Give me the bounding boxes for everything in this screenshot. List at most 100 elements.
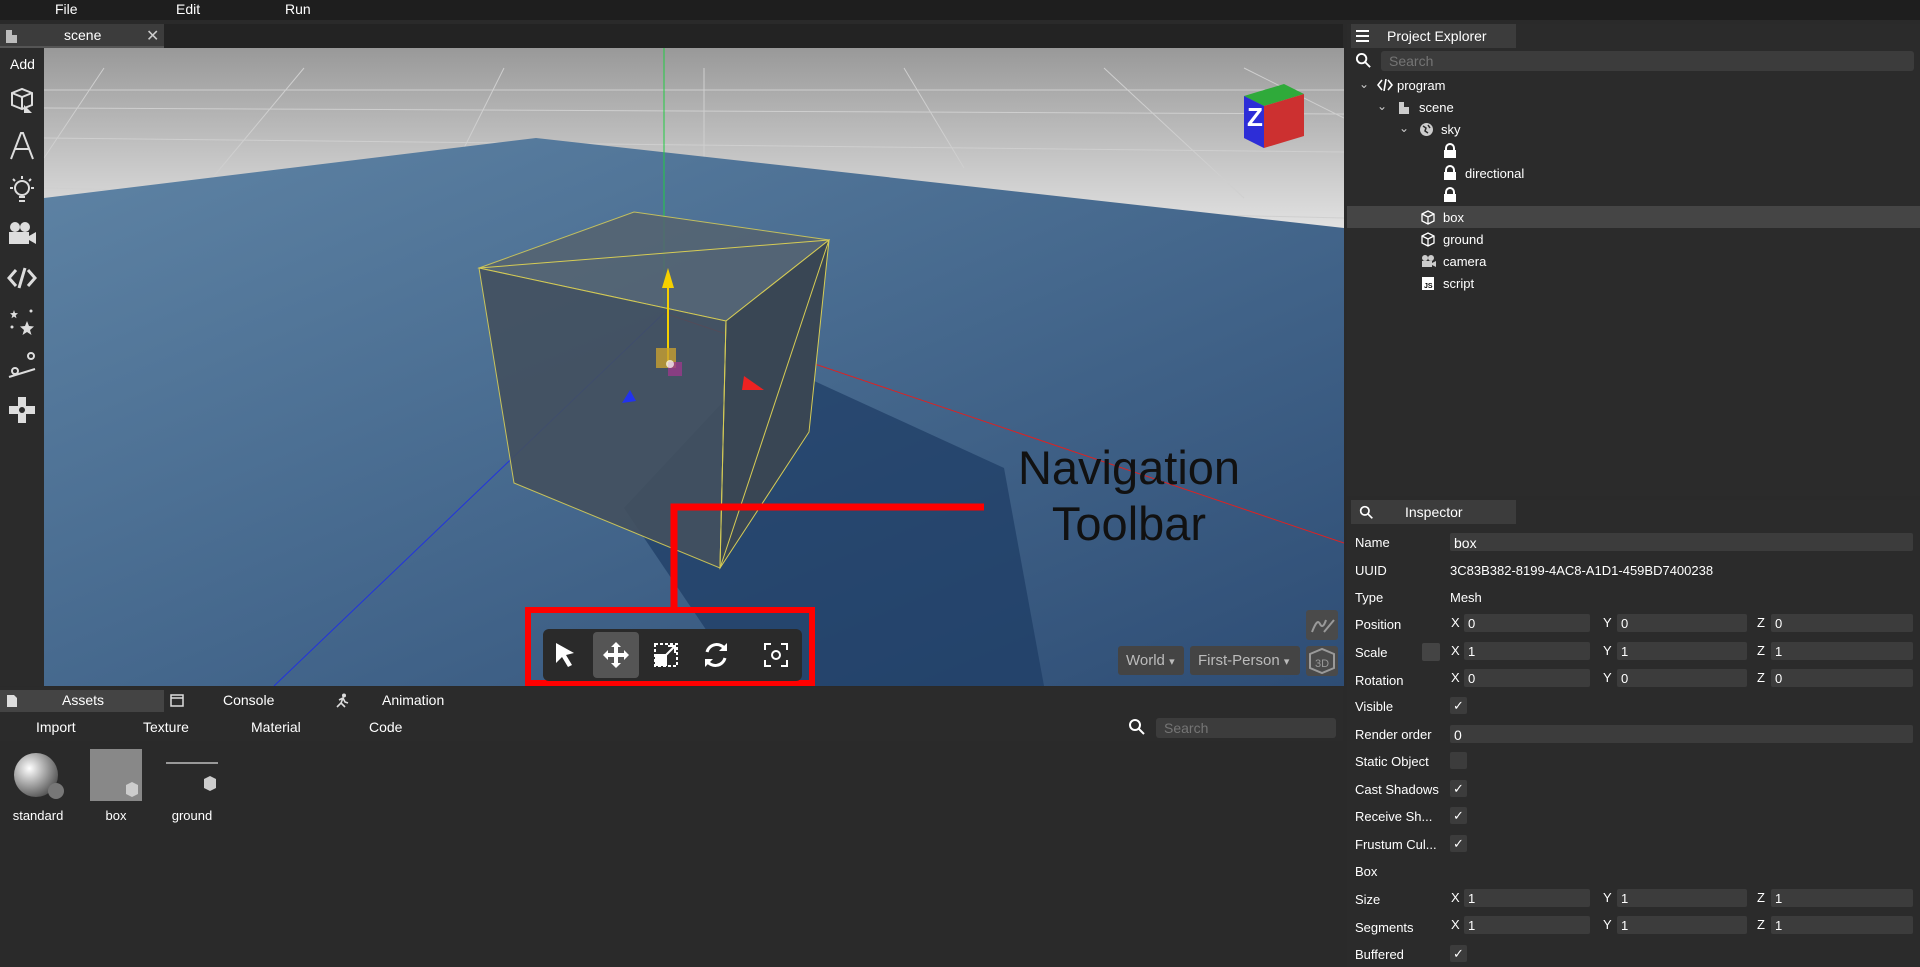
asset-box[interactable] (90, 749, 142, 801)
tree-item-script[interactable]: JS script (1347, 272, 1920, 294)
box-section-label: Box (1355, 864, 1378, 879)
frustum-culled-checkbox[interactable]: ✓ (1450, 835, 1467, 852)
scene-viewport[interactable]: Z Navigation Toolbar World ▾ First-Perso… (44, 48, 1344, 686)
texture-button[interactable]: Texture (143, 719, 189, 735)
add-text-icon[interactable] (6, 130, 38, 162)
draw-mode-button[interactable] (1306, 610, 1338, 640)
tree-item-camera[interactable]: camera (1347, 250, 1920, 272)
inspector-header[interactable]: Inspector (1351, 500, 1516, 524)
rotation-y-input[interactable]: 0 (1617, 669, 1747, 687)
view-3d-button[interactable]: 3D (1306, 646, 1338, 676)
asset-search-input[interactable] (1156, 718, 1336, 738)
type-value: Mesh (1450, 590, 1482, 605)
scale-tool-button[interactable] (643, 632, 689, 678)
menu-run[interactable]: Run (285, 1, 311, 17)
add-physics-icon[interactable] (6, 350, 38, 382)
add-particles-icon[interactable] (6, 306, 38, 338)
file-icon (7, 695, 17, 707)
position-y-input[interactable]: 0 (1617, 614, 1747, 632)
tree-item-label: scene (1419, 100, 1454, 115)
asset-standard[interactable] (12, 751, 64, 803)
rotate-tool-button[interactable] (693, 632, 739, 678)
position-x-input[interactable]: 0 (1464, 614, 1590, 632)
add-toolbar: Add (0, 48, 44, 686)
search-icon (1129, 719, 1145, 735)
select-tool-button[interactable] (543, 632, 589, 678)
camera-mode-dropdown[interactable]: First-Person ▾ (1190, 646, 1300, 675)
tree-item-directional[interactable]: directional (1347, 162, 1920, 184)
tree-item-locked-1[interactable] (1347, 140, 1920, 162)
tree-item-program[interactable]: ⌄ program (1347, 74, 1920, 96)
add-controls-icon[interactable] (6, 394, 38, 426)
tree-item-scene[interactable]: ⌄ scene (1347, 96, 1920, 118)
size-z-input[interactable]: 1 (1771, 889, 1913, 907)
visible-checkbox[interactable]: ✓ (1450, 697, 1467, 714)
tree-item-ground[interactable]: ground (1347, 228, 1920, 250)
cast-shadows-checkbox[interactable]: ✓ (1450, 780, 1467, 797)
close-icon[interactable]: ✕ (146, 26, 159, 46)
tab-animation[interactable]: Animation (335, 690, 495, 712)
menu-file[interactable]: File (55, 1, 78, 17)
tab-scene[interactable]: scene ✕ (0, 24, 164, 48)
name-input[interactable]: box (1450, 533, 1913, 551)
axis-x-label: X (1451, 890, 1460, 905)
tab-assets[interactable]: Assets (0, 690, 164, 712)
rotation-z-input[interactable]: 0 (1771, 669, 1913, 687)
import-button[interactable]: Import (36, 719, 76, 735)
cursor-arrow-icon (556, 643, 574, 667)
buffered-label: Buffered (1355, 947, 1404, 962)
scale-x-input[interactable]: 1 (1464, 642, 1590, 660)
project-explorer-header[interactable]: Project Explorer (1351, 24, 1516, 48)
project-explorer-panel: Project Explorer ⌄ program ⌄ scene ⌄ sky… (1347, 24, 1920, 496)
add-script-icon[interactable] (6, 262, 38, 294)
tab-console-label: Console (223, 692, 275, 708)
tree-item-label: ground (1443, 232, 1484, 247)
editor-app: File Edit Run scene ✕ Add Z Navigation T… (0, 0, 1920, 967)
space-dropdown[interactable]: World ▾ (1118, 646, 1184, 675)
buffered-checkbox[interactable]: ✓ (1450, 945, 1467, 962)
orientation-cube[interactable]: Z (1232, 72, 1312, 152)
segments-z-input[interactable]: 1 (1771, 916, 1913, 934)
render-order-input[interactable]: 0 (1450, 725, 1913, 743)
move-tool-button[interactable] (593, 632, 639, 678)
chevron-down-icon: ⌄ (1359, 77, 1370, 91)
plane-geometry-icon (166, 762, 218, 791)
console-window-icon (170, 694, 184, 707)
static-object-checkbox[interactable] (1450, 752, 1467, 769)
size-x-input[interactable]: 1 (1464, 889, 1590, 907)
code-button[interactable]: Code (369, 719, 402, 735)
menu-edit[interactable]: Edit (176, 1, 200, 17)
inspector-title: Inspector (1405, 504, 1463, 520)
add-light-icon[interactable] (6, 174, 38, 206)
tree-item-box[interactable]: box (1347, 206, 1920, 228)
asset-box-label: box (105, 808, 127, 823)
asset-grid: standard box ground (0, 741, 1343, 967)
tree-item-locked-2[interactable] (1347, 184, 1920, 206)
size-y-input[interactable]: 1 (1617, 889, 1747, 907)
segments-x-input[interactable]: 1 (1464, 916, 1590, 934)
receive-shadows-checkbox[interactable]: ✓ (1450, 807, 1467, 824)
rotation-x-input[interactable]: 0 (1464, 669, 1590, 687)
material-button[interactable]: Material (251, 719, 301, 735)
tree-item-sky[interactable]: ⌄ sky (1347, 118, 1920, 140)
scale-y-input[interactable]: 1 (1617, 642, 1747, 660)
axis-z-label: Z (1757, 615, 1765, 630)
add-geometry-icon[interactable] (6, 86, 38, 118)
focus-frame-icon (764, 643, 788, 667)
tab-console[interactable]: Console (168, 690, 328, 712)
geometry-icon (126, 782, 138, 797)
scene-icon (1399, 102, 1409, 114)
asset-ground[interactable] (166, 759, 218, 801)
project-explorer-title: Project Explorer (1387, 28, 1487, 44)
position-z-input[interactable]: 0 (1771, 614, 1913, 632)
svg-text:3D: 3D (1315, 658, 1329, 670)
chevron-down-icon: ▾ (1169, 656, 1175, 668)
explorer-search-input[interactable] (1381, 51, 1914, 71)
add-label: Add (10, 56, 35, 72)
segments-y-input[interactable]: 1 (1617, 916, 1747, 934)
add-camera-icon[interactable] (6, 218, 38, 250)
hamburger-menu-icon (1356, 30, 1369, 42)
scale-z-input[interactable]: 1 (1771, 642, 1913, 660)
scale-lock-toggle[interactable] (1422, 643, 1440, 661)
focus-object-button[interactable] (753, 632, 799, 678)
